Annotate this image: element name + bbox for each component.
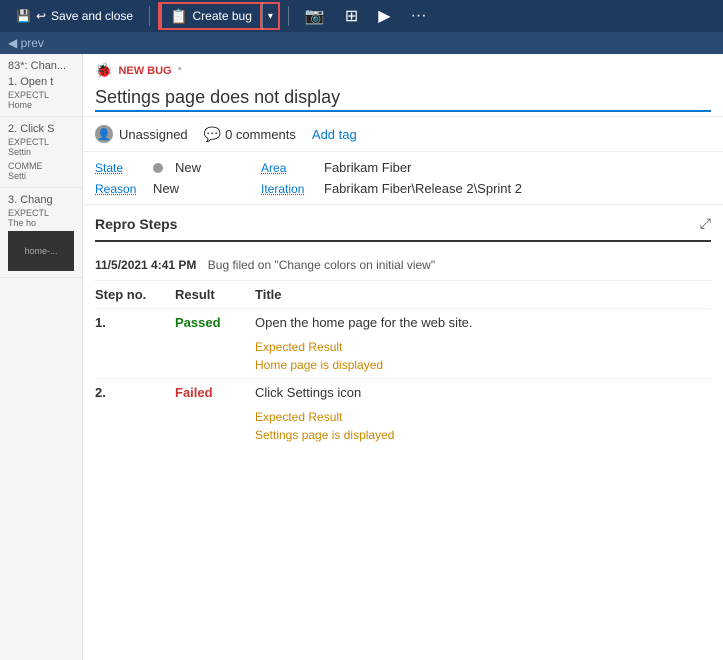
fields-right: Area Fabrikam Fiber Iteration Fabrikam F…: [261, 160, 522, 196]
camera-button[interactable]: 📷: [297, 2, 333, 30]
new-bug-text: NEW BUG: [118, 65, 171, 77]
sidebar-expected-3: EXPECTL: [8, 208, 74, 218]
repro-col-headers: Step no. Result Title: [95, 281, 711, 308]
assigned-label: Unassigned: [119, 127, 188, 142]
sidebar-ho-3: The ho: [8, 218, 74, 228]
state-dot: [153, 163, 163, 173]
state-field-row: State New: [95, 160, 201, 175]
sidebar-step-1: 1. Open t: [8, 76, 74, 88]
state-value: New: [175, 160, 201, 175]
bug-icon: 🐞: [95, 62, 112, 79]
area-field-row: Area Fabrikam Fiber: [261, 160, 522, 175]
area-label[interactable]: Area: [261, 161, 316, 175]
sidebar-expected-1: EXPECTL: [8, 90, 74, 100]
comments-count: 0 comments: [225, 127, 296, 142]
reason-field-row: Reason New: [95, 181, 201, 196]
screen-button[interactable]: ⊞: [337, 2, 366, 30]
content-area: 🐞 NEW BUG * 👤 Unassigned 💬 0 comments Ad…: [83, 54, 723, 660]
comments-button[interactable]: 💬 0 comments: [204, 126, 296, 143]
step-details-1: Open the home page for the web site. Exp…: [255, 315, 711, 372]
bug-header: 🐞 NEW BUG *: [83, 54, 723, 117]
fields-left: State New Reason New: [95, 160, 201, 196]
bug-toolbar-icon: 📋: [170, 8, 187, 25]
step-num-1: 1.: [95, 315, 175, 330]
result-1: Passed: [175, 315, 255, 330]
more-button[interactable]: ···: [403, 2, 435, 30]
repro-title: Repro Steps: [95, 216, 177, 232]
repro-header: Repro Steps ⤢: [95, 205, 711, 242]
create-bug-dropdown[interactable]: ▾: [262, 2, 278, 30]
toolbar: 💾 ↩ Save and close 📋 Create bug ▾ 📷 ⊞ ▶ …: [0, 0, 723, 32]
col-title-header: Title: [255, 287, 711, 302]
undo-icon: ↩: [36, 9, 46, 23]
toolbar-divider-2: [288, 6, 289, 26]
expected-value-1: Home page is displayed: [255, 358, 711, 372]
more-icon: ···: [411, 7, 427, 25]
screen-icon: ⊞: [345, 6, 358, 26]
assigned-button[interactable]: 👤 Unassigned: [95, 125, 188, 143]
sidebar-item-1[interactable]: 83*: Chan... 1. Open t EXPECTL Home: [0, 54, 82, 117]
state-label[interactable]: State: [95, 161, 145, 175]
step-title-1: Open the home page for the web site.: [255, 315, 711, 330]
sidebar-setti-2: Setti: [8, 171, 74, 181]
iteration-field-row: Iteration Fabrikam Fiber\Release 2\Sprin…: [261, 181, 522, 196]
bug-asterisk: *: [178, 65, 182, 77]
iteration-value: Fabrikam Fiber\Release 2\Sprint 2: [324, 181, 522, 196]
main-area: 83*: Chan... 1. Open t EXPECTL Home 2. C…: [0, 54, 723, 660]
expected-value-2: Settings page is displayed: [255, 428, 711, 442]
expected-label-2: Expected Result: [255, 410, 711, 424]
save-close-button[interactable]: 💾 ↩ Save and close: [8, 2, 141, 30]
assigned-avatar: 👤: [95, 125, 113, 143]
sidebar-settin-2: Settin: [8, 147, 74, 157]
col-step-header: Step no.: [95, 287, 175, 302]
save-icon: 💾: [16, 9, 31, 23]
comment-icon: 💬: [204, 126, 221, 143]
reason-label[interactable]: Reason: [95, 182, 145, 196]
sidebar-item-3[interactable]: 3. Chang EXPECTL The ho home-...: [0, 188, 82, 278]
person-icon: 👤: [97, 128, 111, 141]
expand-icon[interactable]: ⤢: [700, 215, 711, 232]
bug-new-label: 🐞 NEW BUG *: [95, 62, 711, 79]
table-row: 2. Failed Click Settings icon Expected R…: [95, 378, 711, 448]
step-details-2: Click Settings icon Expected Result Sett…: [255, 385, 711, 442]
repro-filed-row: 11/5/2021 4:41 PM Bug filed on "Change c…: [95, 250, 711, 281]
sidebar-step-2: 2. Click S: [8, 123, 74, 135]
sidebar: 83*: Chan... 1. Open t EXPECTL Home 2. C…: [0, 54, 83, 660]
expected-label-1: Expected Result: [255, 340, 711, 354]
repro-table: 11/5/2021 4:41 PM Bug filed on "Change c…: [95, 250, 711, 448]
camera-icon: 📷: [305, 6, 325, 26]
bug-title-input[interactable]: [95, 85, 711, 112]
fields-area: State New Reason New Area Fabrikam Fiber…: [83, 152, 723, 205]
sidebar-step-3: 3. Chang: [8, 194, 74, 206]
result-2: Failed: [175, 385, 255, 400]
sidebar-item-2[interactable]: 2. Click S EXPECTL Settin COMME Setti: [0, 117, 82, 188]
sidebar-comment-2: COMME: [8, 161, 74, 171]
step-num-2: 2.: [95, 385, 175, 400]
sidebar-thumb-3: home-...: [8, 231, 74, 271]
toolbar-divider: [149, 6, 150, 26]
create-bug-button[interactable]: 📋 Create bug: [160, 2, 262, 30]
sidebar-item-num-1: 83*: Chan...: [8, 60, 74, 72]
video-icon: ▶: [378, 6, 390, 26]
create-bug-group: 📋 Create bug ▾: [158, 2, 280, 30]
repro-section: Repro Steps ⤢ 11/5/2021 4:41 PM Bug file…: [83, 205, 723, 660]
reason-value: New: [153, 181, 179, 196]
area-value: Fabrikam Fiber: [324, 160, 411, 175]
prev-nav[interactable]: ◀ prev: [8, 36, 44, 50]
filed-text: Bug filed on "Change colors on initial v…: [208, 258, 435, 272]
sidebar-home-1: Home: [8, 100, 74, 110]
add-tag-button[interactable]: Add tag: [312, 127, 357, 142]
sidebar-expected-2: EXPECTL: [8, 137, 74, 147]
video-button[interactable]: ▶: [370, 2, 398, 30]
step-title-2: Click Settings icon: [255, 385, 711, 400]
meta-row: 👤 Unassigned 💬 0 comments Add tag: [83, 117, 723, 152]
filed-date: 11/5/2021 4:41 PM: [95, 258, 196, 272]
dropdown-chevron-icon: ▾: [268, 11, 273, 22]
col-result-header: Result: [175, 287, 255, 302]
iteration-label[interactable]: Iteration: [261, 182, 316, 196]
table-row: 1. Passed Open the home page for the web…: [95, 308, 711, 378]
nav-bar: ◀ prev: [0, 32, 723, 54]
